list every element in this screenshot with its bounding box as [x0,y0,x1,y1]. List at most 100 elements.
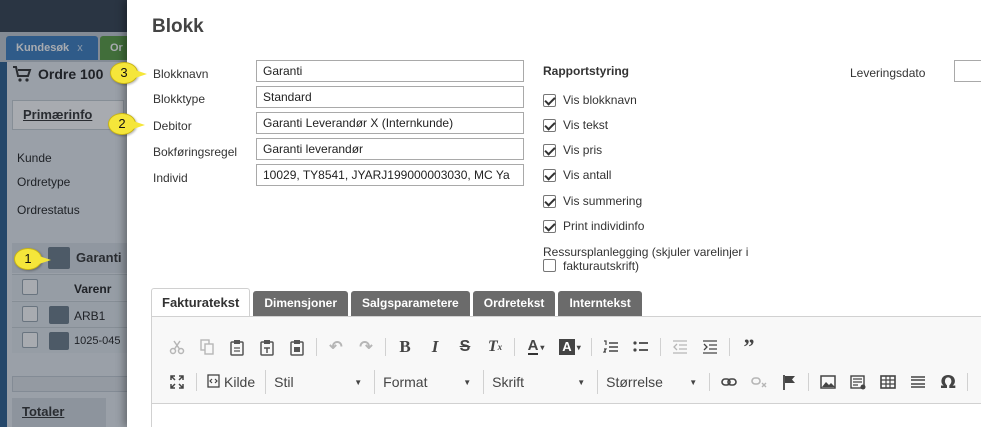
background-color-icon[interactable]: A ▾ [553,335,587,359]
option-vis-blokknavn[interactable]: Vis blokknavn [543,93,637,107]
checkbox-vis-blokknavn[interactable] [543,93,556,107]
anchor-flag-icon[interactable] [774,370,804,394]
format-dropdown-label: Format [383,374,428,390]
toolbar-divider [808,373,810,391]
font-dropdown-label: Skrift [492,374,525,390]
checkbox-vis-tekst[interactable] [543,118,556,132]
indent-icon[interactable] [695,335,725,359]
tab-interntekst[interactable]: Interntekst [558,291,642,316]
outdent-icon[interactable] [665,335,695,359]
table-icon[interactable] [873,370,903,394]
option-label: Print individinfo [563,219,645,233]
label-blokktype: Blokktype [153,92,206,106]
toolbar-divider [385,338,386,356]
redo-icon[interactable]: ↷ [351,335,381,359]
bullet-list-icon[interactable] [626,335,656,359]
toolbar-divider [591,338,592,356]
option-label: Vis pris [563,143,603,157]
option-label: Vis tekst [563,118,609,132]
horizontal-line-icon[interactable] [903,370,933,394]
label-individ: Individ [153,171,188,185]
chevron-down-icon: ▼ [354,377,363,387]
special-char-icon[interactable]: Ω [933,370,963,394]
editor-toolbar-row-1: ↶ ↷ B I S Tx A ▾ A ▾ ” [162,334,764,359]
tab-ordretekst[interactable]: Ordretekst [472,291,556,316]
label-bokforingsregel: Bokføringsregel [153,145,238,159]
text-color-icon[interactable]: A ▾ [519,335,553,359]
ressurs-label-line2: fakturautskrift) [563,259,640,273]
ressurs-label-line1: Ressursplanlegging (skjuler varelinjer i [543,245,749,259]
chevron-down-icon: ▼ [577,377,586,387]
checkbox-ressursplanlegging[interactable] [543,259,556,272]
tab-salgsparametere[interactable]: Salgsparametere [351,291,470,316]
editor-toolbar-row-2: Kilde Stil ▼ Format ▼ Skrift ▼ Størrelse ▼ Ω [162,370,972,394]
option-vis-antall[interactable]: Vis antall [543,168,611,182]
toolbar-divider [709,373,711,391]
option-print-individinfo[interactable]: Print individinfo [543,219,644,233]
source-button[interactable]: Kilde [201,373,261,391]
blokknavn-input[interactable]: Garanti [256,60,524,82]
source-icon [207,373,220,391]
option-label: Vis antall [563,168,612,182]
option-vis-pris[interactable]: Vis pris [543,143,602,157]
chevron-down-icon: ▼ [463,377,472,387]
toolbar-divider [316,338,317,356]
rapportstyring-heading: Rapportstyring [543,64,630,78]
numbered-list-icon[interactable] [596,335,626,359]
undo-icon[interactable]: ↶ [321,335,351,359]
strikethrough-icon[interactable]: S [450,335,480,359]
blokk-dialog: Blokk Blokknavn Garanti Blokktype Standa… [127,0,981,427]
tab-fakturatekst[interactable]: Fakturatekst [151,288,251,316]
font-dropdown[interactable]: Skrift ▼ [483,370,593,394]
copy-icon[interactable] [192,335,222,359]
option-ressursplanlegging[interactable]: Ressursplanlegging (skjuler varelinjer i… [543,245,773,273]
toolbar-divider [514,338,515,356]
chevron-down-icon: ▼ [689,377,698,387]
size-dropdown[interactable]: Størrelse ▼ [597,370,705,394]
rich-text-editor: ↶ ↷ B I S Tx A ▾ A ▾ ” Kilde Stil ▼ Form… [151,316,981,427]
toolbar-divider [967,373,969,391]
unlink-icon[interactable] [744,370,774,394]
callout-3: 3 [110,62,147,84]
callout-1: 1 [14,248,51,270]
blockquote-icon[interactable]: ” [734,334,764,359]
bold-icon[interactable]: B [390,335,420,359]
leveringsdato-input[interactable] [954,60,981,82]
label-leveringsdato: Leveringsdato [850,66,926,80]
toolbar-divider [729,338,730,356]
editor-content-area[interactable] [152,403,981,427]
checkbox-vis-pris[interactable] [543,143,556,157]
cut-icon[interactable] [162,335,192,359]
option-label: Vis blokknavn [563,93,637,107]
blokktype-input[interactable]: Standard [256,86,524,108]
dialog-title: Blokk [152,16,204,37]
remove-format-icon[interactable]: Tx [480,335,510,359]
toolbar-divider [196,373,197,391]
label-blokknavn: Blokknavn [153,67,209,81]
style-dropdown[interactable]: Stil ▼ [265,370,370,394]
checkbox-print-individinfo[interactable] [543,219,556,233]
tab-dimensjoner[interactable]: Dimensjoner [253,291,348,316]
option-vis-summering[interactable]: Vis summering [543,194,642,208]
individ-input[interactable]: 10029, TY8541, JYARJ199000003030, MC Ya [256,164,524,186]
bokforingsregel-input[interactable]: Garanti leverandør [256,138,524,160]
paste-icon[interactable] [222,335,252,359]
embed-icon[interactable] [843,370,873,394]
maximize-icon[interactable] [162,370,192,394]
label-debitor: Debitor [153,119,192,133]
checkbox-vis-summering[interactable] [543,194,556,208]
paste-text-icon[interactable] [252,335,282,359]
option-label: Vis summering [563,194,643,208]
source-label: Kilde [224,374,256,390]
size-dropdown-label: Størrelse [606,374,663,390]
toolbar-divider [660,338,661,356]
image-icon[interactable] [813,370,843,394]
option-vis-tekst[interactable]: Vis tekst [543,118,608,132]
checkbox-vis-antall[interactable] [543,168,556,182]
paste-word-icon[interactable] [282,335,312,359]
text-tabs: Fakturatekst Dimensjoner Salgsparametere… [151,288,642,316]
format-dropdown[interactable]: Format ▼ [374,370,479,394]
italic-icon[interactable]: I [420,335,450,359]
debitor-input[interactable]: Garanti Leverandør X (Internkunde) [256,112,524,134]
link-icon[interactable] [714,370,744,394]
